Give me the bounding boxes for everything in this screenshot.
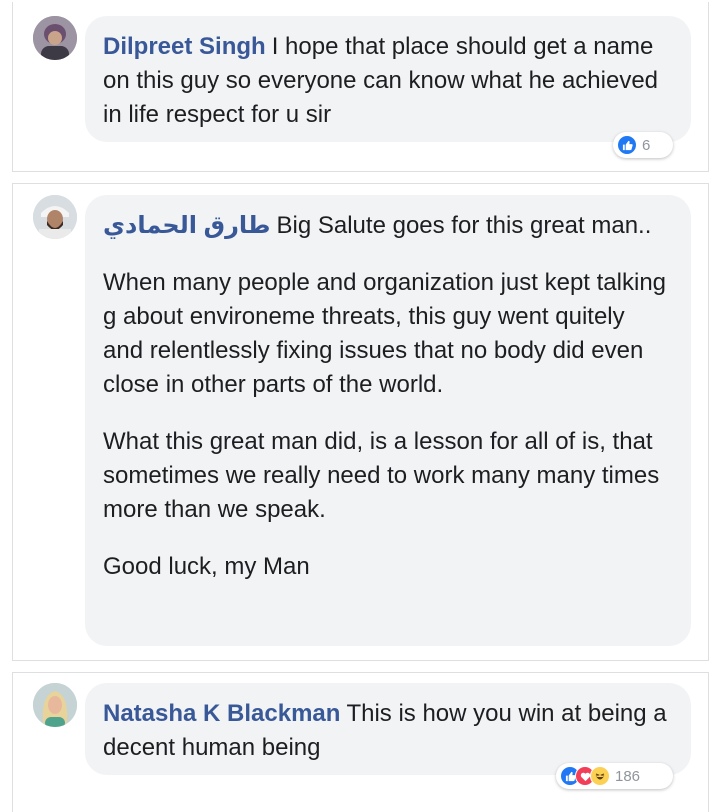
comment-paragraph: What this great man did, is a lesson for… [103, 428, 660, 523]
comment-author[interactable]: Dilpreet Singh [103, 33, 266, 60]
comment-bubble: Dilpreet Singh I hope that place should g… [85, 16, 691, 142]
comment-card: طارق الحمادي Big Salute goes for this gre… [12, 183, 709, 661]
avatar[interactable] [33, 16, 77, 60]
comment-card: Natasha K Blackman This is how you win at… [12, 672, 709, 812]
comment-paragraph: طارق الحمادي Big Salute goes for this gre… [103, 209, 671, 243]
comment-paragraph: Good luck, my Man [103, 553, 310, 580]
avatar[interactable] [33, 683, 77, 727]
comment-paragraph: When many people and organization just k… [103, 269, 667, 398]
reaction-summary[interactable]: 6 [613, 132, 673, 158]
comment-bubble: طارق الحمادي Big Salute goes for this gre… [85, 195, 691, 646]
comment-bubble: Natasha K Blackman This is how you win at… [85, 683, 691, 775]
comment-text: Big Salute goes for this great man.. [276, 212, 652, 239]
reaction-summary[interactable]: 186 [556, 763, 673, 789]
reaction-count: 186 [615, 767, 641, 785]
avatar[interactable] [33, 195, 77, 239]
comment-card: Dilpreet Singh I hope that place should g… [12, 2, 709, 172]
reaction-count: 6 [642, 136, 651, 154]
comment-author[interactable]: طارق الحمادي [103, 212, 271, 239]
comment-author[interactable]: Natasha K Blackman [103, 700, 340, 727]
haha-icon [590, 766, 610, 786]
like-icon [617, 135, 637, 155]
